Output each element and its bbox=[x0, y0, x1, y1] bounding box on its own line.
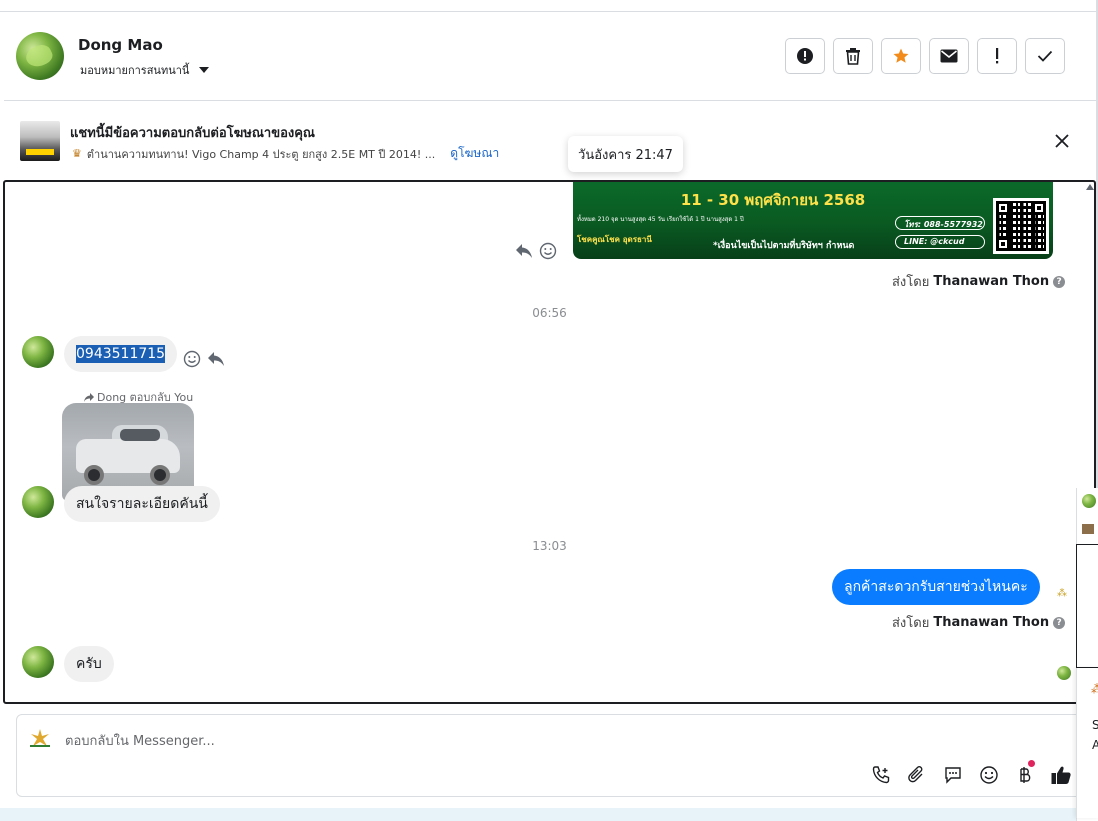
follow-up-button[interactable] bbox=[977, 38, 1017, 74]
banner-phone: โทร: 088-5577932 bbox=[895, 216, 985, 230]
star-icon bbox=[893, 48, 909, 63]
incoming-message-bubble[interactable]: ครับ bbox=[64, 646, 114, 682]
incoming-message-bubble[interactable]: สนใจรายละเอียดคันนี้ bbox=[64, 486, 220, 522]
agent-name: Thanawan Thon bbox=[933, 615, 1050, 630]
reply-icon[interactable] bbox=[515, 243, 533, 259]
contact-avatar-small[interactable] bbox=[22, 336, 54, 368]
baht-icon bbox=[1020, 767, 1031, 783]
mark-unread-button[interactable] bbox=[929, 38, 969, 74]
top-bar bbox=[0, 0, 1098, 12]
reply-icon[interactable] bbox=[207, 351, 225, 367]
side-thumb bbox=[1082, 524, 1094, 534]
message-input[interactable]: ตอบกลับใน Messenger... bbox=[65, 730, 215, 751]
trash-icon bbox=[846, 48, 860, 65]
bottom-strip bbox=[0, 808, 1098, 821]
notification-dot bbox=[1028, 760, 1035, 767]
banner-terms: *เงื่อนไขเป็นไปตามที่บริษัทฯ กำหนด bbox=[713, 241, 855, 251]
ad-subtitle-text: ตำนานความทนทาน! Vigo Champ 4 ประตู ยกสูง… bbox=[86, 147, 436, 161]
caret-down-icon bbox=[199, 67, 210, 73]
ad-context-subtitle: ♛ ตำนานความทนทาน! Vigo Champ 4 ประตู ยกส… bbox=[72, 144, 499, 163]
like-button[interactable] bbox=[1049, 763, 1073, 787]
assign-label: มอบหมายการสนทนานี้ bbox=[80, 64, 190, 77]
call-button[interactable] bbox=[869, 763, 893, 787]
conversation-header: Dong Mao มอบหมายการสนทนานี้ bbox=[4, 12, 1096, 101]
side-icon: ⁂ bbox=[1091, 682, 1098, 696]
ad-context-title: แชทนี้มีข้อความตอบกลับต่อโฆษณาของคุณ bbox=[70, 126, 315, 141]
contact-avatar-small[interactable] bbox=[22, 486, 54, 518]
time-separator: 13:03 bbox=[532, 539, 567, 553]
phone-number-text[interactable]: 0943511715 bbox=[76, 345, 166, 363]
side-letter-1: S bbox=[1092, 718, 1098, 732]
outgoing-message-bubble[interactable]: ลูกค้าสะดวกรับสายช่วงไหนคะ bbox=[832, 569, 1040, 605]
page-logo-icon bbox=[30, 729, 50, 747]
banner-logo: โชคคูณโชค อุดรธานี bbox=[577, 235, 652, 244]
scroll-up-arrow-icon[interactable] bbox=[1086, 184, 1094, 190]
sent-by-label: ส่งโดย Thanawan Thon ? bbox=[892, 271, 1066, 292]
saved-reply-icon bbox=[945, 767, 961, 784]
close-ad-context-button[interactable] bbox=[1052, 131, 1072, 151]
agent-name: Thanawan Thon bbox=[933, 274, 1050, 289]
ad-thumbnail[interactable] bbox=[20, 121, 60, 161]
saved-reply-button[interactable] bbox=[941, 763, 965, 787]
help-icon[interactable]: ? bbox=[1053, 616, 1066, 629]
page-logo-mini-icon: ⁂ bbox=[1057, 588, 1067, 599]
sent-by-label: ส่งโดย Thanawan Thon ? bbox=[892, 612, 1066, 633]
incoming-message-bubble[interactable]: 0943511715 bbox=[64, 336, 178, 372]
crown-icon: ♛ bbox=[72, 147, 82, 160]
alert-circle-icon bbox=[797, 48, 813, 64]
delete-button[interactable] bbox=[833, 38, 873, 74]
thumbs-up-icon bbox=[1051, 766, 1071, 784]
assign-conversation-dropdown[interactable]: มอบหมายการสนทนานี้ bbox=[80, 61, 210, 79]
payment-button[interactable] bbox=[1013, 760, 1037, 787]
sent-by-prefix: ส่งโดย bbox=[892, 616, 930, 631]
reply-composer: ตอบกลับใน Messenger... bbox=[16, 714, 1084, 797]
spam-button[interactable] bbox=[785, 38, 825, 74]
star-button[interactable] bbox=[881, 38, 921, 74]
time-separator: 06:56 bbox=[532, 306, 567, 320]
qr-code-icon bbox=[993, 198, 1049, 254]
timestamp-tooltip: วันอังคาร 21:47 bbox=[568, 136, 683, 172]
seen-avatar bbox=[1057, 666, 1071, 680]
envelope-icon bbox=[940, 49, 958, 63]
banner-line: LINE: @ckcud bbox=[895, 235, 985, 249]
react-emoji-icon[interactable] bbox=[183, 350, 201, 368]
emoji-button[interactable] bbox=[977, 763, 1001, 787]
message-thread[interactable]: 11 - 30 พฤศจิกายน 2568 ทั้งหมด 210 จุด น… bbox=[3, 180, 1096, 704]
side-card-2[interactable]: ⁂ S A bbox=[1076, 668, 1098, 818]
react-emoji-icon[interactable] bbox=[539, 242, 557, 260]
ad-context-bar: แชทนี้มีข้อความตอบกลับต่อโฆษณาของคุณ ♛ ต… bbox=[4, 101, 1096, 179]
promo-image-message[interactable]: 11 - 30 พฤศจิกายน 2568 ทั้งหมด 210 จุด น… bbox=[573, 182, 1053, 259]
header-actions bbox=[785, 38, 1065, 74]
close-icon bbox=[1055, 134, 1069, 148]
banner-strip: ทั้งหมด 210 จุด นานสูงสุด 45 วัน เรียกใช… bbox=[577, 216, 744, 223]
paperclip-icon bbox=[908, 766, 923, 783]
contact-avatar[interactable] bbox=[16, 32, 64, 80]
exclamation-icon bbox=[996, 48, 999, 64]
side-letter-2: A bbox=[1092, 738, 1098, 752]
help-icon[interactable]: ? bbox=[1053, 275, 1066, 288]
attach-button[interactable] bbox=[905, 763, 929, 787]
composer-tools bbox=[869, 760, 1073, 787]
message-actions bbox=[515, 242, 557, 260]
sent-by-prefix: ส่งโดย bbox=[892, 275, 930, 290]
view-ad-link[interactable]: ดูโฆษณา bbox=[450, 144, 499, 163]
contact-avatar-small[interactable] bbox=[22, 646, 54, 678]
emoji-icon bbox=[980, 766, 998, 784]
check-icon bbox=[1037, 50, 1053, 62]
side-card[interactable] bbox=[1076, 544, 1098, 668]
ad-thumbnail-caption bbox=[26, 149, 54, 155]
phone-plus-icon bbox=[872, 766, 890, 784]
banner-date: 11 - 30 พฤศจิกายน 2568 bbox=[680, 191, 866, 209]
contact-name[interactable]: Dong Mao bbox=[78, 36, 163, 54]
forward-arrow-icon bbox=[84, 392, 94, 402]
side-avatar bbox=[1082, 494, 1096, 508]
done-button[interactable] bbox=[1025, 38, 1065, 74]
